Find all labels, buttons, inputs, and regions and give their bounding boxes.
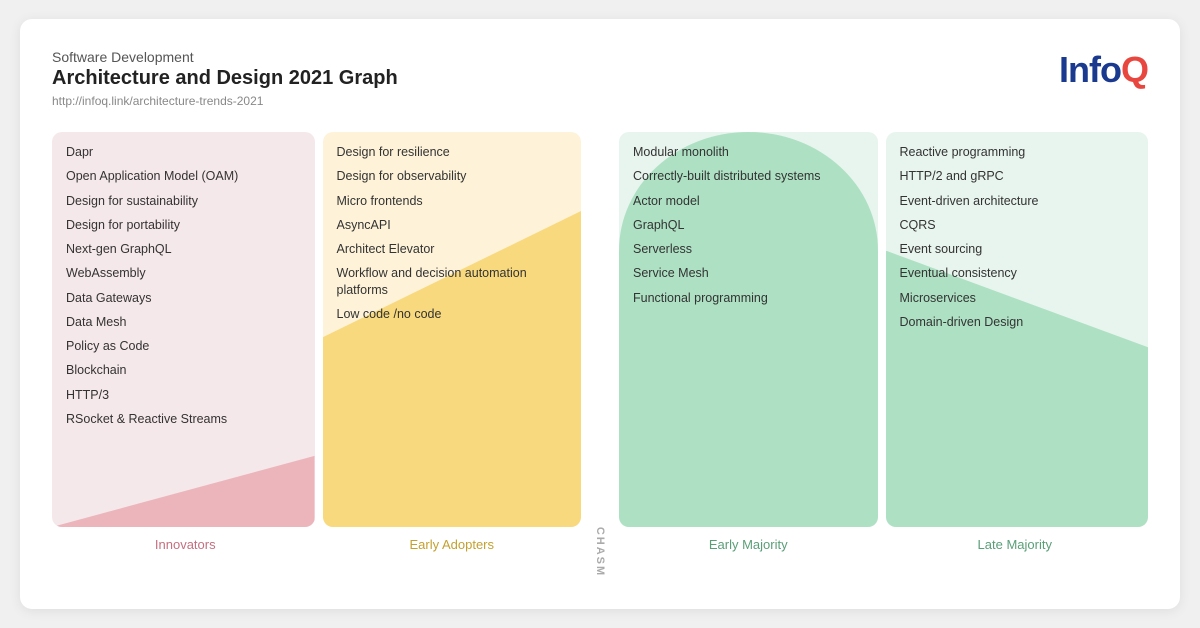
- early-adopters-items: Design for resilience Design for observab…: [337, 144, 574, 330]
- early-majority-label: Early Majority: [615, 537, 882, 552]
- list-item: AsyncAPI: [337, 217, 574, 233]
- column-early-majority: Modular monolith Correctly-built distribu…: [615, 132, 882, 552]
- list-item: Open Application Model (OAM): [66, 168, 307, 184]
- column-early-adopters: Design for resilience Design for observab…: [319, 132, 586, 552]
- list-item: Next-gen GraphQL: [66, 241, 307, 257]
- main-card: Software Development Architecture and De…: [20, 19, 1180, 609]
- column-innovators: Dapr Open Application Model (OAM) Design f…: [52, 132, 319, 552]
- list-item: Actor model: [633, 193, 870, 209]
- innovators-label: Innovators: [52, 537, 319, 552]
- chart-area: Dapr Open Application Model (OAM) Design f…: [52, 132, 1148, 552]
- list-item: RSocket & Reactive Streams: [66, 411, 307, 427]
- list-item: Service Mesh: [633, 265, 870, 281]
- main-title: Architecture and Design 2021 Graph: [52, 67, 398, 90]
- list-item: HTTP/2 and gRPC: [900, 168, 1141, 184]
- list-item: Data Gateways: [66, 290, 307, 306]
- list-item: Microservices: [900, 290, 1141, 306]
- list-item: Eventual consistency: [900, 265, 1141, 281]
- header: Software Development Architecture and De…: [52, 49, 1148, 108]
- list-item: Blockchain: [66, 362, 307, 378]
- chasm-label: CHASM: [594, 527, 606, 577]
- list-item: Design for resilience: [337, 144, 574, 160]
- late-majority-content: Reactive programming HTTP/2 and gRPC Event…: [886, 132, 1149, 527]
- list-item: Dapr: [66, 144, 307, 160]
- list-item: Design for portability: [66, 217, 307, 233]
- list-item: Event-driven architecture: [900, 193, 1141, 209]
- list-item: Workflow and decision automation platfor…: [337, 265, 574, 298]
- innovators-content: Dapr Open Application Model (OAM) Design f…: [52, 132, 315, 527]
- list-item: Serverless: [633, 241, 870, 257]
- list-item: Low code /no code: [337, 306, 574, 322]
- list-item: Correctly-built distributed systems: [633, 168, 870, 184]
- list-item: Policy as Code: [66, 338, 307, 354]
- list-item: GraphQL: [633, 217, 870, 233]
- header-text: Software Development Architecture and De…: [52, 49, 398, 108]
- early-majority-content: Modular monolith Correctly-built distribu…: [619, 132, 878, 527]
- list-item: CQRS: [900, 217, 1141, 233]
- list-item: Micro frontends: [337, 193, 574, 209]
- list-item: Event sourcing: [900, 241, 1141, 257]
- late-majority-items: Reactive programming HTTP/2 and gRPC Event…: [900, 144, 1141, 338]
- list-item: Data Mesh: [66, 314, 307, 330]
- early-adopters-content: Design for resilience Design for observab…: [323, 132, 582, 527]
- column-late-majority: Reactive programming HTTP/2 and gRPC Event…: [882, 132, 1149, 552]
- header-url: http://infoq.link/architecture-trends-20…: [52, 94, 398, 108]
- list-item: HTTP/3: [66, 387, 307, 403]
- list-item: Design for observability: [337, 168, 574, 184]
- logo-q: Q: [1121, 49, 1148, 90]
- innovators-items: Dapr Open Application Model (OAM) Design f…: [66, 144, 307, 435]
- list-item: Functional programming: [633, 290, 870, 306]
- infoq-logo: InfoQ: [1059, 49, 1148, 91]
- list-item: Domain-driven Design: [900, 314, 1141, 330]
- list-item: Reactive programming: [900, 144, 1141, 160]
- early-majority-items: Modular monolith Correctly-built distribu…: [633, 144, 870, 314]
- early-adopters-label: Early Adopters: [319, 537, 586, 552]
- late-majority-label: Late Majority: [882, 537, 1149, 552]
- list-item: WebAssembly: [66, 265, 307, 281]
- list-item: Design for sustainability: [66, 193, 307, 209]
- list-item: Modular monolith: [633, 144, 870, 160]
- subtitle: Software Development: [52, 49, 398, 65]
- list-item: Architect Elevator: [337, 241, 574, 257]
